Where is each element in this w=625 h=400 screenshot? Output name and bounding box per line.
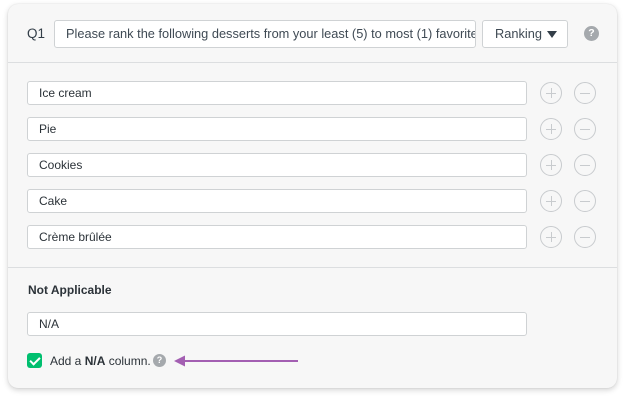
question-number: Q1 [27,26,46,41]
help-icon[interactable]: ? [584,26,599,41]
add-option-icon[interactable] [540,190,562,212]
answer-option-input[interactable]: Crème brûlée [27,225,527,249]
remove-option-icon[interactable] [574,154,596,176]
na-column-checkbox[interactable] [27,353,42,368]
question-text-input[interactable]: Please rank the following desserts from … [54,20,476,48]
answer-option-input[interactable]: Pie [27,117,527,141]
remove-option-icon[interactable] [574,226,596,248]
add-option-icon[interactable] [540,154,562,176]
not-applicable-heading: Not Applicable [28,283,112,297]
add-option-icon[interactable] [540,82,562,104]
question-editor-card: Q1 Please rank the following desserts fr… [8,4,617,388]
help-icon[interactable]: ? [153,354,166,367]
remove-option-icon[interactable] [574,118,596,140]
chevron-down-icon [547,31,557,38]
answer-option-input[interactable]: Ice cream [27,81,527,105]
not-applicable-input[interactable]: N/A [27,312,527,336]
divider [8,62,617,63]
divider [8,267,617,268]
remove-option-icon[interactable] [574,190,596,212]
na-column-checkbox-label[interactable]: Add a N/A column. [50,354,151,368]
answer-option-input[interactable]: Cookies [27,153,527,177]
remove-option-icon[interactable] [574,82,596,104]
annotation-arrow [174,355,298,367]
question-type-label: Ranking [495,26,542,41]
add-option-icon[interactable] [540,226,562,248]
question-type-dropdown[interactable]: Ranking [482,20,568,48]
add-option-icon[interactable] [540,118,562,140]
answer-option-input[interactable]: Cake [27,189,527,213]
